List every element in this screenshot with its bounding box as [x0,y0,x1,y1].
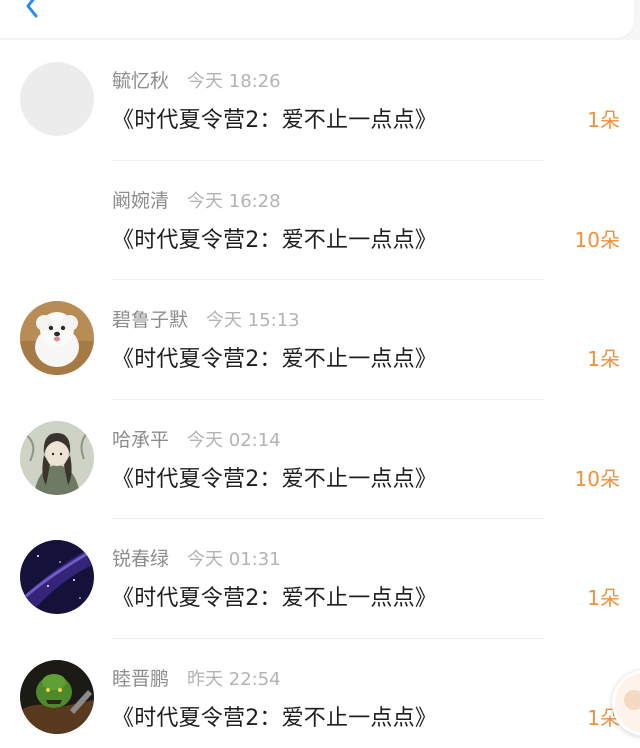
avatar[interactable] [20,62,94,136]
back-button[interactable] [18,0,48,22]
entry-meta: 锐春绿 今天 01:31 [112,544,281,572]
flower-count: 1朵 [587,108,620,132]
flower-count: 10朵 [574,466,620,491]
entry-meta: 哈承平 今天 02:14 [112,425,281,453]
flower-count: 1朵 [587,586,620,610]
avatar[interactable] [20,420,94,495]
entry-meta: 毓忆秋 今天 18:26 [112,66,281,94]
avatar[interactable] [20,659,94,734]
entry-meta: 阚婉清 今天 16:28 [112,186,281,214]
list-item[interactable]: 阚婉清 今天 16:28 《时代夏令营2：爱不止一点点》 10朵 [0,159,640,280]
timestamp: 今天 16:28 [187,190,281,212]
work-title: 《时代夏令营2：爱不止一点点》 [112,705,437,731]
list-item[interactable]: 毓忆秋 今天 18:26 《时代夏令营2：爱不止一点点》 1朵 [0,40,640,160]
galaxy-avatar-image [20,540,94,614]
flower-count: 1朵 [587,347,620,371]
flower-count: 10朵 [574,227,620,252]
costume-figure-avatar-image [20,420,94,495]
timestamp: 今天 15:13 [206,310,300,331]
timestamp: 今天 18:26 [187,71,281,92]
user-name[interactable]: 碧鲁子默 [112,305,188,332]
avatar[interactable] [20,540,94,614]
user-name[interactable]: 哈承平 [112,425,169,452]
work-title: 《时代夏令营2：爱不止一点点》 [112,586,437,611]
white-dog-avatar-image [20,301,94,375]
user-name[interactable]: 毓忆秋 [112,66,169,93]
gift-list-page: 毓忆秋 今天 18:26 《时代夏令营2：爱不止一点点》 1朵 阚婉清 今天 1… [0,0,640,748]
work-title: 《时代夏令营2：爱不止一点点》 [112,227,437,253]
user-name[interactable]: 睦晋鹏 [112,664,169,691]
user-name[interactable]: 锐春绿 [112,544,169,571]
timestamp: 今天 02:14 [187,429,281,451]
work-title: 《时代夏令营2：爱不止一点点》 [112,347,437,372]
list-item[interactable]: 哈承平 今天 02:14 《时代夏令营2：爱不止一点点》 10朵 [0,398,640,519]
top-bar [0,0,634,38]
timestamp: 昨天 22:54 [187,668,281,690]
green-monster-avatar-image [20,659,94,734]
work-title: 《时代夏令营2：爱不止一点点》 [112,466,437,492]
timestamp: 今天 01:31 [187,549,281,570]
list-item[interactable]: 睦晋鹏 昨天 22:54 《时代夏令营2：爱不止一点点》 1朵 [0,637,640,748]
list-item[interactable]: 锐春绿 今天 01:31 《时代夏令营2：爱不止一点点》 1朵 [0,518,640,638]
work-title: 《时代夏令营2：爱不止一点点》 [112,108,437,133]
list-item[interactable]: 碧鲁子默 今天 15:13 《时代夏令营2：爱不止一点点》 1朵 [0,279,640,399]
gift-record-list: 毓忆秋 今天 18:26 《时代夏令营2：爱不止一点点》 1朵 阚婉清 今天 1… [0,40,640,748]
entry-meta: 睦晋鹏 昨天 22:54 [112,664,281,692]
user-name[interactable]: 阚婉清 [112,186,169,213]
avatar[interactable] [20,301,94,375]
chevron-left-icon [26,0,38,18]
entry-meta: 碧鲁子默 今天 15:13 [112,305,300,333]
